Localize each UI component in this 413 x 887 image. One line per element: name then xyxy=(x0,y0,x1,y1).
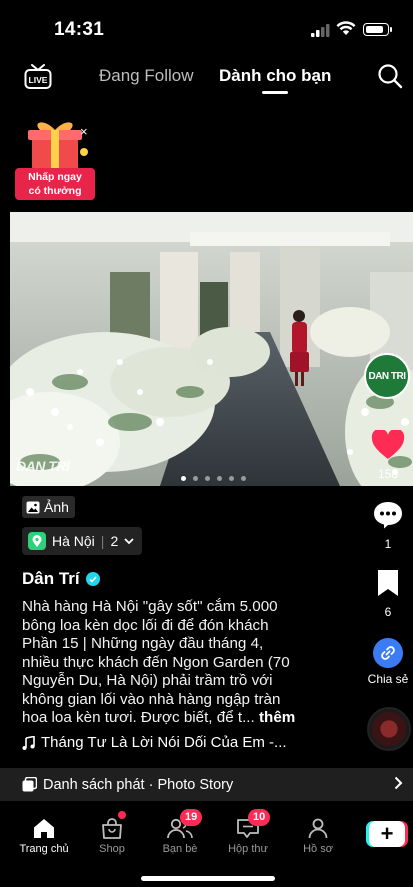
battery-icon xyxy=(363,23,392,36)
caption-line: Nhà hàng Hà Nội "gây sốt" cắm 5.000 xyxy=(22,598,278,615)
author-name[interactable]: Dân Trí xyxy=(22,569,100,589)
chevron-right-icon xyxy=(394,776,403,790)
like-button[interactable]: 158 xyxy=(362,428,413,481)
caption-line: Nguyễn Du, Hà Nội) phải trầm trồ với xyxy=(22,672,273,689)
active-tab-indicator xyxy=(262,91,288,94)
page-dot xyxy=(229,476,234,481)
comment-button[interactable]: 1 xyxy=(362,500,413,551)
friends-badge: 19 xyxy=(180,809,203,826)
page-dot xyxy=(241,476,246,481)
playlist-label: Danh sách phát · Photo Story xyxy=(43,776,234,793)
author-avatar[interactable]: DAN TRI xyxy=(364,353,410,399)
music-disc[interactable] xyxy=(367,707,411,751)
promo-close-button[interactable]: × xyxy=(80,124,88,139)
nav-friends-label: Bạn bè xyxy=(162,843,198,855)
status-time: 14:31 xyxy=(54,19,105,40)
caption-line: bông loa kèn dọc lối đi để đón khách xyxy=(22,616,269,634)
comment-icon xyxy=(374,502,402,529)
promo-label: Nhấp ngay có thưởng xyxy=(15,168,95,200)
plus-icon: + xyxy=(380,821,394,846)
tab-for-you[interactable]: Dành cho bạn xyxy=(219,66,331,86)
photo-page-indicator xyxy=(181,476,246,481)
playlist-bar[interactable]: Danh sách phát · Photo Story xyxy=(0,768,413,801)
shop-notification-dot xyxy=(118,811,126,819)
profile-icon xyxy=(308,818,328,839)
nav-profile[interactable]: Hồ sơ xyxy=(288,815,348,855)
page-dot xyxy=(217,476,222,481)
link-icon xyxy=(373,638,403,668)
comment-count: 1 xyxy=(384,537,392,551)
garden-walkway-photo xyxy=(10,212,413,486)
music-note-icon xyxy=(22,735,35,750)
verified-badge-icon xyxy=(85,572,100,586)
location-chip[interactable]: Hà Nội | 2 xyxy=(22,527,143,555)
photo-type-label: Ảnh xyxy=(44,499,69,515)
like-count: 158 xyxy=(377,467,399,481)
top-nav: LIVE Đang Follow Dành cho bạn xyxy=(0,52,413,100)
caption-line: hoa loa kèn tươi. Được biết, để t... xyxy=(22,709,255,726)
post-caption[interactable]: Nhà hàng Hà Nội "gây sốt" cắm 5.000 bông… xyxy=(22,598,352,728)
photo-watermark: DAN TRI xyxy=(16,458,70,474)
svg-text:LIVE: LIVE xyxy=(29,75,48,85)
promo-line-1: Nhấp ngay xyxy=(28,171,82,183)
image-icon xyxy=(26,501,40,513)
inbox-badge: 10 xyxy=(248,809,271,826)
page-dot xyxy=(205,476,210,481)
location-name: Hà Nội xyxy=(52,533,95,549)
post-photo[interactable]: DAN TRI xyxy=(10,212,413,486)
playlist-icon xyxy=(22,777,37,792)
music-track[interactable]: Tháng Tư Là Lời Nói Dối Của Em -... xyxy=(22,734,287,751)
caption-line: nhiều thực khách đến Ngon Garden (70 xyxy=(22,653,290,671)
cellular-signal-icon xyxy=(311,24,330,37)
bookmark-icon xyxy=(378,570,398,596)
home-icon xyxy=(34,819,54,838)
wifi-icon xyxy=(336,21,356,35)
photo-type-badge: Ảnh xyxy=(22,496,75,518)
caption-line: không gian lối vào nhà hàng ngập tràn xyxy=(22,690,281,708)
location-pin-icon xyxy=(28,532,46,550)
nav-shop[interactable]: Shop xyxy=(82,811,142,855)
create-post-button[interactable]: + xyxy=(369,821,405,847)
location-count: 2 xyxy=(110,533,119,549)
tab-following[interactable]: Đang Follow xyxy=(99,66,194,86)
bottom-nav: Trang chủ Shop 19 Bạn bè 10 Hộp thư Hồ s… xyxy=(0,801,413,887)
nav-shop-label: Shop xyxy=(99,843,125,855)
caption-line: Phần 15 | Những ngày đầu tháng 4, xyxy=(22,635,264,652)
save-count: 6 xyxy=(384,605,392,619)
status-bar: 14:31 xyxy=(0,0,413,52)
share-button[interactable]: Chia sẻ xyxy=(362,638,413,686)
nav-friends[interactable]: 19 Bạn bè xyxy=(150,809,210,855)
page-dot xyxy=(193,476,198,481)
nav-inbox-label: Hộp thư xyxy=(228,843,268,855)
music-title: Tháng Tư Là Lời Nói Dối Của Em -... xyxy=(41,734,287,751)
heart-icon xyxy=(371,428,405,459)
search-icon[interactable] xyxy=(377,63,403,89)
shopping-bag-icon xyxy=(102,818,122,839)
see-more-link[interactable]: thêm xyxy=(259,709,295,726)
save-button[interactable]: 6 xyxy=(362,568,413,619)
nav-home[interactable]: Trang chủ xyxy=(14,815,74,855)
home-indicator xyxy=(141,876,275,881)
location-separator: | xyxy=(100,533,105,549)
share-label: Chia sẻ xyxy=(367,672,409,686)
promo-line-2: có thưởng xyxy=(28,185,82,197)
nav-inbox[interactable]: 10 Hộp thư xyxy=(218,809,278,855)
live-icon[interactable]: LIVE xyxy=(24,64,52,90)
page-dot xyxy=(181,476,186,481)
nav-profile-label: Hồ sơ xyxy=(303,843,333,855)
author-name-text: Dân Trí xyxy=(22,569,80,588)
nav-home-label: Trang chủ xyxy=(19,843,69,855)
chevron-down-icon xyxy=(124,537,134,544)
